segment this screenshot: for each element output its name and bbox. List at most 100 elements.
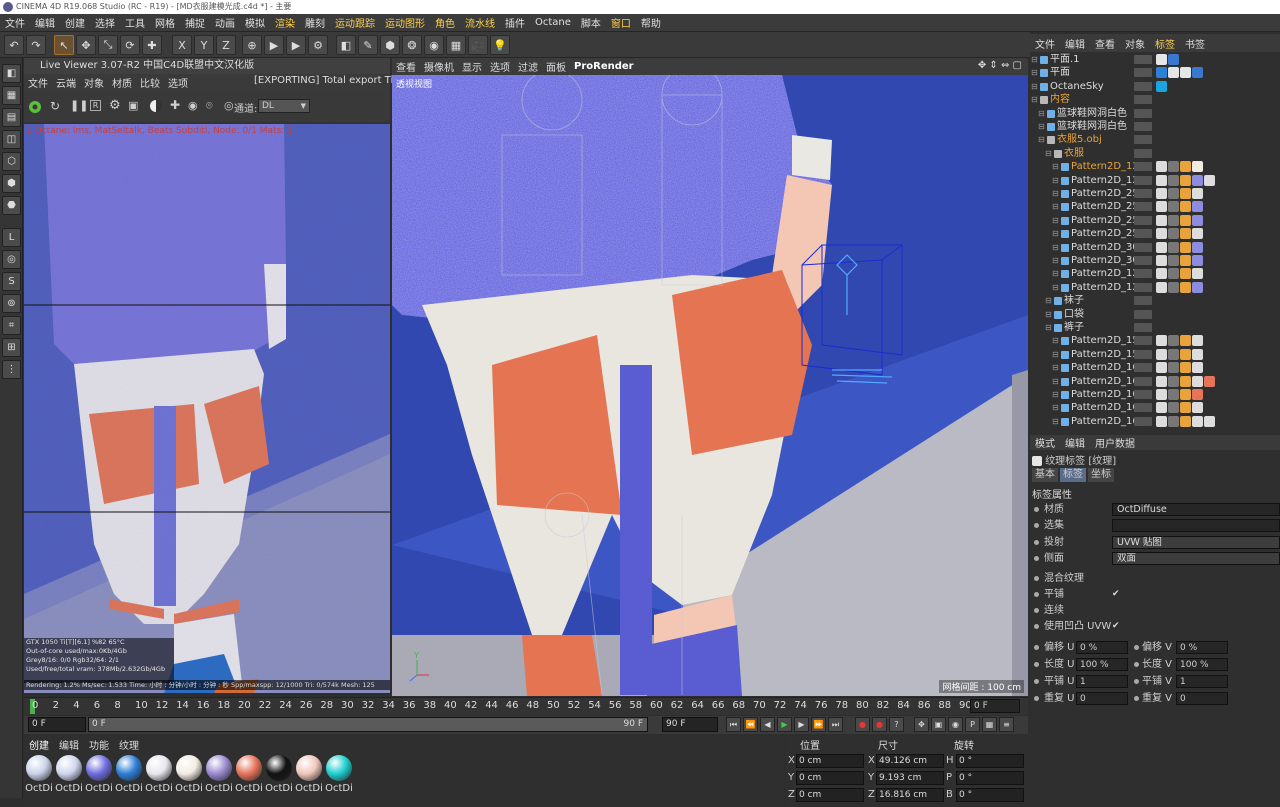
menu-1[interactable]: 编辑 bbox=[30, 15, 60, 30]
tag-icon[interactable] bbox=[1192, 161, 1203, 173]
object-row[interactable]: ⊟ Pattern2D_16 bbox=[1030, 401, 1280, 414]
tab-2[interactable]: 坐标 bbox=[1088, 468, 1114, 482]
object-row[interactable]: ⊟ OctaneSky bbox=[1030, 80, 1280, 93]
selection-field[interactable] bbox=[1112, 519, 1280, 532]
material-ball[interactable] bbox=[296, 755, 322, 781]
animate-bullet[interactable] bbox=[1134, 679, 1139, 684]
tree-toggle-icon[interactable]: ⊟ bbox=[1052, 388, 1059, 401]
visibility-toggle[interactable] bbox=[1134, 376, 1152, 386]
material-ball[interactable] bbox=[116, 755, 142, 781]
uv-left-field[interactable]: 0 % bbox=[1076, 641, 1128, 654]
visibility-toggle[interactable] bbox=[1134, 148, 1152, 158]
tag-icon[interactable] bbox=[1156, 389, 1167, 400]
tag-icon[interactable] bbox=[1168, 335, 1179, 347]
tree-toggle-icon[interactable]: ⊟ bbox=[1038, 120, 1045, 133]
object-row[interactable]: ⊟ Pattern2D_16 bbox=[1030, 375, 1280, 388]
tree-toggle-icon[interactable]: ⊟ bbox=[1052, 281, 1059, 294]
tag-icon[interactable] bbox=[1156, 415, 1167, 427]
live-viewer-menu-1[interactable]: 云端 bbox=[52, 75, 80, 90]
tree-toggle-icon[interactable]: ⊟ bbox=[1052, 254, 1059, 267]
magnet-icon[interactable]: S bbox=[2, 272, 21, 291]
tag-icon[interactable] bbox=[1156, 188, 1167, 199]
tree-toggle-icon[interactable]: ⊟ bbox=[1052, 200, 1059, 213]
tag-icon[interactable] bbox=[1168, 281, 1179, 293]
pin-icon[interactable]: ⌾ bbox=[206, 99, 213, 113]
tag-icon[interactable] bbox=[1180, 348, 1191, 360]
menu-10[interactable]: 雕刻 bbox=[300, 15, 330, 30]
tag-icon[interactable] bbox=[1180, 188, 1191, 199]
menu-14[interactable]: 流水线 bbox=[460, 15, 500, 30]
material-field[interactable]: OctDiffuse bbox=[1112, 503, 1280, 516]
timeline-icon[interactable]: ≡ bbox=[999, 717, 1014, 732]
undo-icon[interactable]: ↶ bbox=[4, 35, 24, 55]
tag-icon[interactable] bbox=[1204, 375, 1215, 387]
tag-icon[interactable] bbox=[1204, 415, 1215, 427]
visibility-toggle[interactable] bbox=[1134, 135, 1152, 145]
object-menu-1[interactable]: 编辑 bbox=[1060, 36, 1090, 51]
tag-icon[interactable] bbox=[1168, 375, 1179, 387]
tree-toggle-icon[interactable]: ⊟ bbox=[1031, 93, 1038, 106]
tree-toggle-icon[interactable]: ⊟ bbox=[1052, 267, 1059, 280]
object-row[interactable]: ⊟ 篮球鞋网洞白色 bbox=[1030, 107, 1280, 120]
tab-0[interactable]: 基本 bbox=[1032, 468, 1058, 482]
tag-icon[interactable] bbox=[1180, 268, 1191, 280]
menu-5[interactable]: 网格 bbox=[150, 15, 180, 30]
uv-left-field[interactable]: 1 bbox=[1076, 675, 1128, 688]
object-menu-5[interactable]: 书签 bbox=[1180, 36, 1210, 51]
tag-icon[interactable] bbox=[1168, 389, 1179, 400]
tag-icon[interactable] bbox=[1192, 348, 1203, 360]
tree-toggle-icon[interactable]: ⊟ bbox=[1038, 133, 1045, 146]
material-ball[interactable] bbox=[326, 755, 352, 781]
clay-mode-icon[interactable] bbox=[150, 100, 162, 112]
visibility-toggle[interactable] bbox=[1134, 122, 1152, 131]
material-ball[interactable] bbox=[236, 755, 262, 781]
tag-icon[interactable] bbox=[1168, 201, 1179, 213]
visibility-toggle[interactable] bbox=[1134, 416, 1152, 426]
object-row[interactable]: ⊟ 内容 bbox=[1030, 93, 1280, 106]
menu-12[interactable]: 运动图形 bbox=[380, 15, 430, 30]
animate-bullet[interactable] bbox=[1134, 662, 1139, 667]
z-axis-icon[interactable]: Z bbox=[216, 35, 236, 55]
tag-icon[interactable] bbox=[1180, 281, 1191, 293]
animate-bullet[interactable] bbox=[1034, 645, 1039, 650]
rotate-icon[interactable]: ⟳ bbox=[120, 35, 140, 55]
material-menu-1[interactable]: 编辑 bbox=[54, 737, 84, 752]
restart-render-icon[interactable]: ↻ bbox=[50, 99, 60, 113]
animate-bullet[interactable] bbox=[1134, 696, 1139, 701]
play-icon[interactable]: ▶ bbox=[777, 717, 792, 732]
tag-icon[interactable] bbox=[1192, 228, 1203, 240]
viewport-menu-2[interactable]: 显示 bbox=[458, 59, 486, 74]
object-menu-2[interactable]: 查看 bbox=[1090, 36, 1120, 51]
texture-mode-icon[interactable]: ▤ bbox=[2, 108, 21, 127]
menu-3[interactable]: 选择 bbox=[90, 15, 120, 30]
material-menu-2[interactable]: 功能 bbox=[84, 737, 114, 752]
seamless-checkbox[interactable] bbox=[1112, 606, 1121, 615]
deformer-icon[interactable]: ◉ bbox=[424, 35, 444, 55]
tag-icon[interactable] bbox=[1192, 241, 1203, 253]
tag-icon[interactable] bbox=[1180, 255, 1191, 266]
menu-8[interactable]: 模拟 bbox=[240, 15, 270, 30]
tag-icon[interactable] bbox=[1168, 174, 1179, 186]
pla-key-icon[interactable]: ▦ bbox=[982, 717, 997, 732]
material-ball[interactable] bbox=[26, 755, 52, 781]
live-viewer-menu-3[interactable]: 材质 bbox=[108, 75, 136, 90]
next-frame-icon[interactable]: ▶ bbox=[794, 717, 809, 732]
live-viewer-render[interactable]: 1 Octane: Ims, MatSeltalk, Beats Subditi… bbox=[24, 124, 390, 693]
tag-icon[interactable] bbox=[1180, 402, 1191, 414]
tree-toggle-icon[interactable]: ⊟ bbox=[1052, 375, 1059, 388]
scale-icon[interactable]: ⤡ bbox=[98, 35, 118, 55]
x-axis-icon[interactable]: X bbox=[172, 35, 192, 55]
menu-4[interactable]: 工具 bbox=[120, 15, 150, 30]
tag-icon[interactable] bbox=[1156, 241, 1167, 253]
visibility-toggle[interactable] bbox=[1134, 175, 1152, 185]
tag-icon[interactable] bbox=[1156, 402, 1167, 414]
menu-2[interactable]: 创建 bbox=[60, 15, 90, 30]
move-icon[interactable]: ✥ bbox=[76, 35, 96, 55]
tag-icon[interactable] bbox=[1192, 255, 1203, 266]
tag-icon[interactable] bbox=[1168, 402, 1179, 414]
tag-icon[interactable] bbox=[1156, 201, 1167, 213]
material-ball[interactable] bbox=[206, 755, 232, 781]
visibility-toggle[interactable] bbox=[1134, 282, 1152, 292]
tag-icon[interactable] bbox=[1192, 201, 1203, 213]
start-frame-field[interactable]: 0 F bbox=[28, 717, 86, 732]
